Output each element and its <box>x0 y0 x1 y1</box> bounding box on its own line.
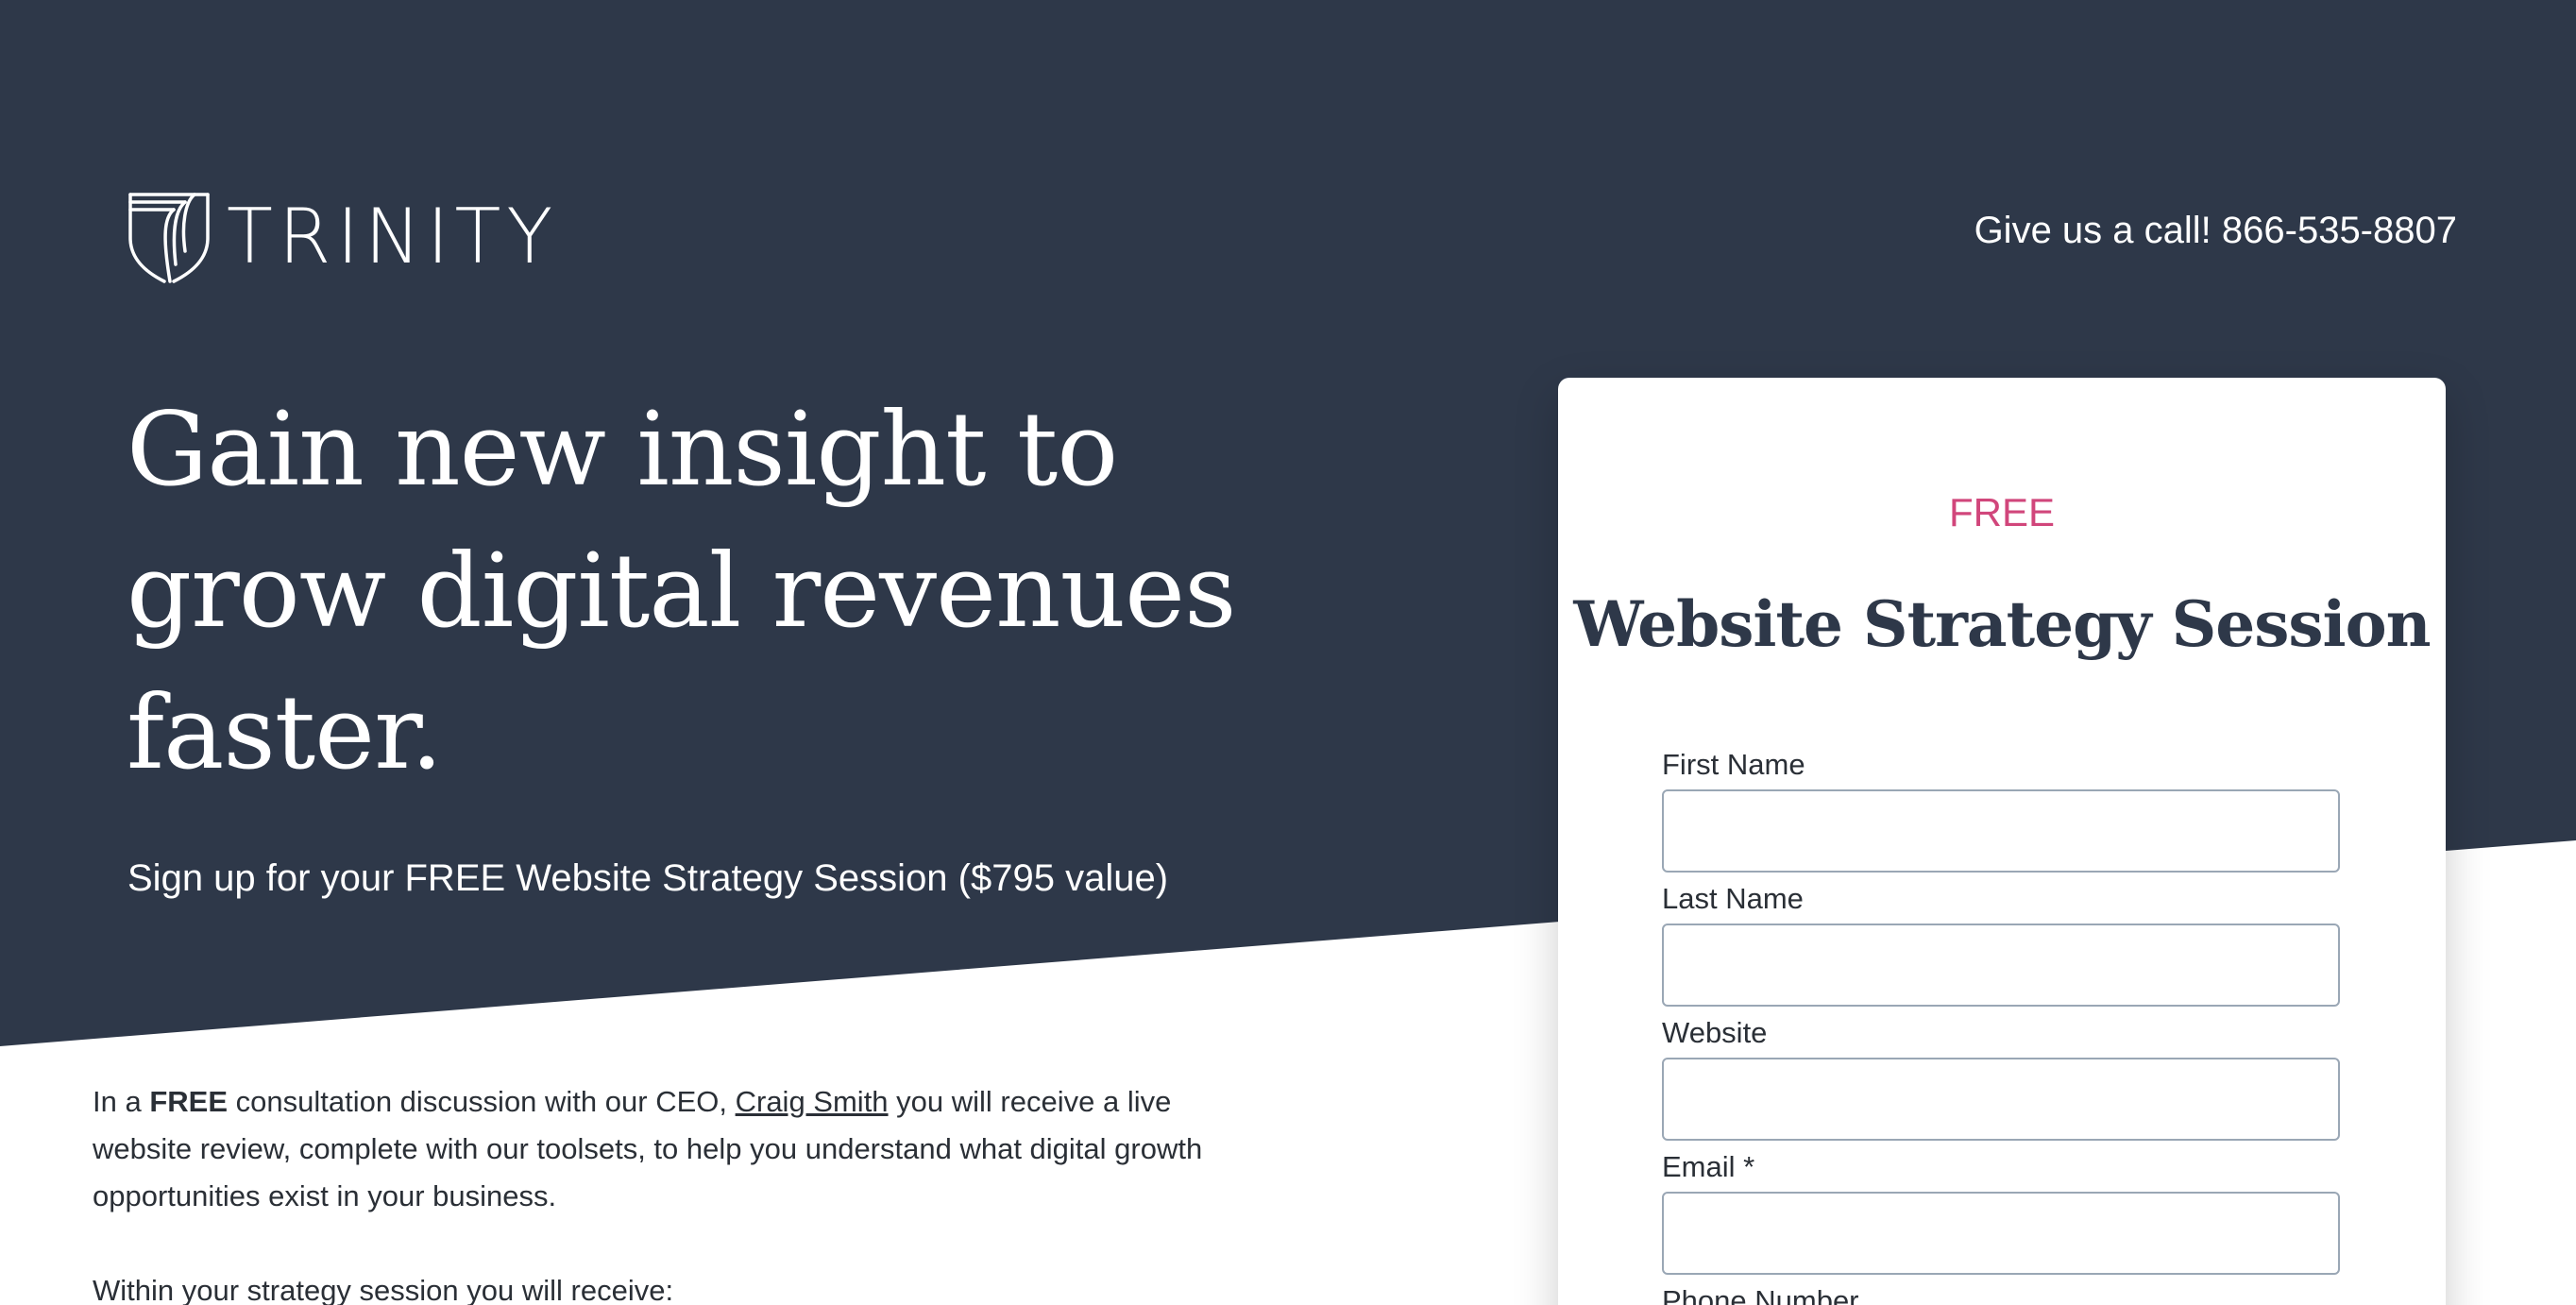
trinity-shield-icon <box>128 193 210 283</box>
signup-form-card: FREE Website Strategy Session First Name… <box>1558 378 2446 1305</box>
first-name-label: First Name <box>1662 748 1805 781</box>
logo[interactable]: TRINITY <box>127 189 558 285</box>
email-input[interactable] <box>1662 1192 2340 1275</box>
phone-number-label: Phone Number <box>1662 1284 1859 1305</box>
intro-prefix: In a <box>93 1085 150 1118</box>
intro-paragraph: In a FREE consultation discussion with o… <box>93 1078 1207 1220</box>
hero-headline: Gain new insight to grow digital revenue… <box>127 391 1237 792</box>
form-eyebrow: FREE <box>1948 490 2055 534</box>
hero-subhead: Sign up for your FREE Website Strategy S… <box>127 857 1169 899</box>
session-intro-paragraph: Within your strategy session you will re… <box>93 1274 674 1305</box>
form-title: Website Strategy Session <box>1573 587 2431 661</box>
body-copy: In a FREE consultation discussion with o… <box>93 1078 1207 1305</box>
intro-free-emphasis: FREE <box>149 1085 229 1118</box>
landing-page: TRINITY Give us a call! 866-535-8807 Gai… <box>0 0 2576 1305</box>
phone-callout[interactable]: Give us a call! 866-535-8807 <box>1974 208 2457 253</box>
last-name-input[interactable] <box>1662 924 2340 1007</box>
ceo-link[interactable]: Craig Smith <box>736 1085 889 1118</box>
website-input[interactable] <box>1662 1058 2340 1141</box>
first-name-input[interactable] <box>1662 789 2340 873</box>
website-label: Website <box>1662 1016 1768 1049</box>
email-label: Email * <box>1662 1150 1755 1183</box>
intro-middle: consultation discussion with our CEO, <box>228 1085 736 1118</box>
last-name-label: Last Name <box>1662 882 1804 915</box>
logo-text: TRINITY <box>227 193 559 280</box>
